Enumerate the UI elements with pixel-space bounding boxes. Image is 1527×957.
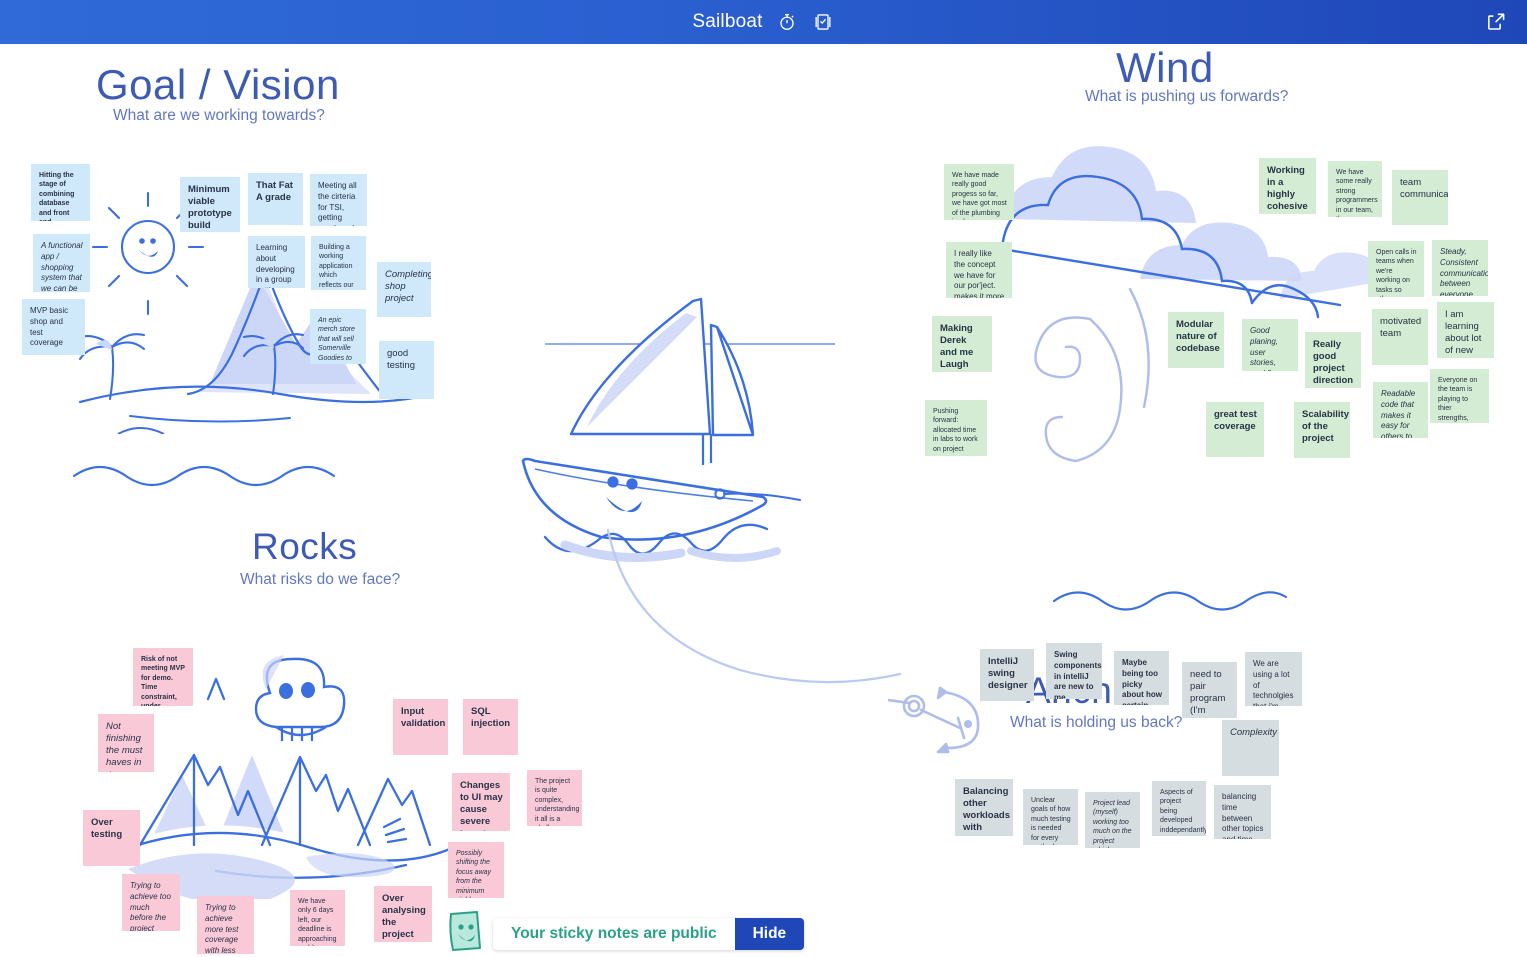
sticky-note[interactable]: Over analysing the project — [374, 886, 432, 942]
sticky-note[interactable]: Readable code that makes it easy for oth… — [1373, 382, 1428, 438]
stopwatch-icon[interactable] — [775, 10, 799, 34]
sticky-note[interactable]: Minimum viable prototype build — [180, 177, 240, 232]
sticky-note[interactable]: Steady, Consistent communication between… — [1432, 240, 1488, 296]
sticky-note[interactable]: Building a working application which ref… — [311, 236, 366, 290]
sticky-note[interactable]: Not finishing the must haves in time — [98, 714, 154, 772]
sticky-note[interactable]: Changes to UI may cause severe bugs/erro… — [452, 773, 510, 831]
sticky-note[interactable]: We have only 6 days left, our deadline i… — [290, 890, 345, 946]
sticky-note[interactable]: Project lead (myself) working too much o… — [1085, 792, 1140, 848]
sticky-note[interactable]: Open calls in teams when we're working o… — [1368, 241, 1424, 297]
sticky-note[interactable]: great test coverage — [1206, 402, 1264, 457]
sticky-note[interactable]: need to pair program (I'm slowing people… — [1182, 662, 1237, 718]
sticky-note[interactable]: Really good project direction — [1305, 332, 1361, 388]
sticky-note[interactable]: Good planing, user stories, workflow, do… — [1242, 319, 1298, 371]
sticky-note[interactable]: A functional app / shopping system that … — [33, 234, 90, 292]
sticky-note[interactable]: IntelliJ swing designer — [980, 649, 1034, 701]
sticky-note[interactable]: Working in a highly cohesive enviroment — [1259, 158, 1316, 214]
sticky-note[interactable]: Over testing — [83, 810, 140, 866]
sticky-note[interactable]: good testing — [379, 341, 434, 399]
sticky-note[interactable]: SQL injection — [463, 699, 518, 755]
share-export-button[interactable] — [1483, 9, 1509, 35]
sticky-note[interactable]: Learning about developing in a group set… — [248, 236, 305, 288]
checklist-vote-icon[interactable] — [811, 10, 835, 34]
wave-divider-left — [72, 465, 336, 487]
section-subtitle-wind: What is pushing us forwards? — [1085, 88, 1289, 105]
public-notes-toast: Your sticky notes are public Hide — [447, 910, 805, 957]
sticky-note[interactable]: team communication — [1392, 170, 1448, 225]
sticky-note[interactable]: Unclear goals of how much testing is nee… — [1023, 789, 1078, 845]
sticky-note[interactable]: balancing time between other topics and … — [1214, 785, 1271, 839]
sticky-note[interactable]: I really like the concept we have for ou… — [946, 242, 1012, 298]
section-title-wind: Wind — [1116, 44, 1214, 91]
sticky-note[interactable]: Everyone on the team is playing to thier… — [1430, 369, 1489, 423]
sticky-note[interactable]: Meeting all the cirteria for TSI, gettin… — [310, 174, 367, 226]
sticky-note[interactable]: Maybe being too picky about how certain … — [1114, 651, 1169, 705]
section-title-rocks: Rocks — [252, 526, 358, 567]
board-title: Sailboat — [692, 11, 763, 32]
sticky-note[interactable]: motivated team — [1372, 309, 1428, 365]
toast-bar: Your sticky notes are public Hide — [493, 917, 805, 950]
section-subtitle-goal: What are we working towards? — [113, 107, 325, 124]
sticky-note[interactable]: An epic merch store that will sell Somer… — [310, 309, 366, 364]
sticky-note[interactable]: Balancing other workloads with project — [955, 779, 1013, 836]
wave-divider-right — [1052, 591, 1288, 611]
sticky-note[interactable]: Completing shop project — [377, 262, 431, 317]
section-title-goal: Goal / Vision — [96, 61, 340, 108]
sticky-note[interactable]: I am learning about lot of new technolog… — [1437, 302, 1494, 358]
sticky-note[interactable]: Trying to achieve too much before the pr… — [122, 874, 180, 931]
hide-toast-button[interactable]: Hide — [734, 917, 805, 950]
sticky-note[interactable]: We have made really good progess so far,… — [944, 164, 1014, 220]
sticky-note[interactable]: MVP basic shop and test coverage — [22, 299, 85, 355]
sticky-note-smiley-icon — [447, 910, 483, 957]
sticky-note[interactable]: We are using a lot of technolgies that i… — [1245, 652, 1302, 706]
sticky-note[interactable]: Aspects of project being developed indde… — [1152, 781, 1206, 836]
sticky-note[interactable]: Trying to achieve more test coverage wit… — [197, 896, 254, 954]
sticky-note[interactable]: Complexity — [1222, 720, 1279, 776]
sticky-note[interactable]: Possibly shifting the focus away from th… — [448, 842, 504, 898]
sticky-note[interactable]: The project is quite complex, understand… — [527, 770, 582, 826]
sticky-note[interactable]: Scalability of the project — [1294, 402, 1350, 458]
app-header: Sailboat — [0, 0, 1527, 44]
sticky-note[interactable]: Risk of not meeting MVP for demo. Time c… — [133, 648, 193, 706]
toast-message: Your sticky notes are public — [493, 917, 735, 950]
retro-board-canvas[interactable]: Goal / Vision What are we working toward… — [0, 44, 1527, 954]
sticky-note[interactable]: Pushing forward: allocated time in labs … — [925, 400, 987, 456]
sticky-note[interactable]: We have some really strong programmers i… — [1328, 161, 1382, 217]
sticky-note[interactable]: That Fat A grade — [248, 173, 303, 225]
section-subtitle-anchor: What is holding us back? — [1010, 714, 1183, 731]
sailboat-illustration — [521, 297, 835, 562]
sticky-note[interactable]: Modular nature of codebase — [1168, 312, 1224, 368]
sticky-note[interactable]: Making Derek and me Laugh — [932, 316, 992, 372]
section-subtitle-rocks: What risks do we face? — [240, 571, 401, 588]
sticky-note[interactable]: Swing components in intelliJ are new to … — [1046, 643, 1102, 699]
anchor-chain — [606, 528, 902, 684]
sticky-note[interactable]: Hitting the stage of combining database … — [31, 164, 90, 221]
sticky-note[interactable]: Input validation — [393, 699, 448, 755]
